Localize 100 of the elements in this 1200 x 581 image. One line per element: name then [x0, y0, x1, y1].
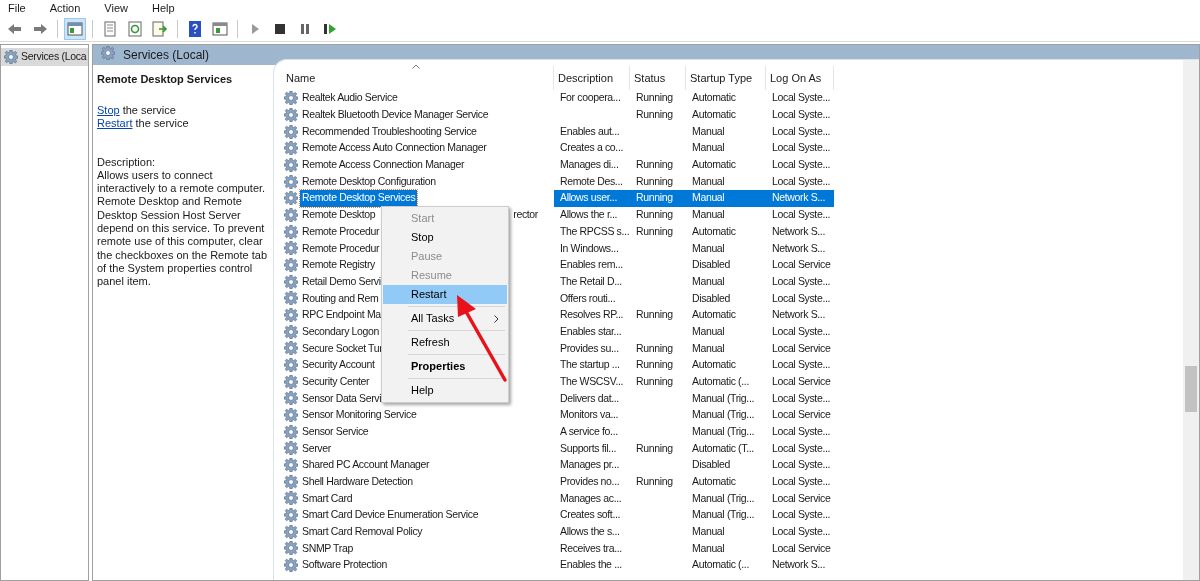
description-cell-text: Enables aut... — [560, 123, 620, 139]
service-name[interactable]: Shared PC Account Manager — [300, 456, 432, 474]
service-title: Remote Desktop Services — [97, 72, 234, 87]
log-on-as-cell-text: Local Service — [772, 490, 831, 506]
service-name[interactable]: Sensor Data Servi — [300, 390, 384, 407]
tree-pane-button[interactable] — [64, 17, 86, 40]
startup-type-cell-text: Manual (Trig... — [692, 490, 755, 506]
service-name[interactable]: Smart Card Removal Policy — [300, 523, 425, 541]
description-cell-text: The WSCSV... — [560, 373, 624, 389]
log-on-as-cell: Local Syste... — [772, 357, 831, 373]
service-name[interactable]: Smart Card — [300, 490, 355, 507]
service-name[interactable]: Server — [300, 440, 333, 457]
description-cell-text: Creates a co... — [560, 140, 624, 156]
log-on-as-cell-text: Local Service — [772, 340, 831, 356]
menu-item[interactable]: Help — [383, 381, 507, 400]
status-cell-text: Running — [636, 340, 673, 356]
startup-type-cell: Automatic — [692, 307, 736, 323]
startup-type-cell-text: Manual — [692, 240, 725, 256]
status-cell-text: Running — [636, 373, 673, 389]
service-name[interactable]: Remote Procedur — [300, 223, 382, 241]
service-name[interactable]: Remote Access Connection Manager — [300, 156, 467, 174]
gear-icon — [284, 174, 298, 189]
menu-item[interactable]: Restart — [383, 285, 507, 304]
log-on-as-cell: Network S... — [772, 307, 825, 323]
scrollbar-thumb[interactable] — [1185, 366, 1197, 412]
service-name[interactable]: Smart Card Device Enumeration Service — [300, 506, 481, 524]
gear-icon — [284, 324, 298, 339]
service-name[interactable]: Realtek Bluetooth Device Manager Service — [300, 106, 491, 124]
description-cell-text: Provides no... — [560, 473, 620, 489]
menu-item[interactable]: File — [4, 0, 30, 17]
service-name[interactable]: Secure Socket Tur — [300, 340, 385, 357]
service-name[interactable]: Software Protection — [300, 556, 389, 574]
column-header[interactable]: Log On As — [766, 66, 834, 90]
column-header[interactable]: Startup Type — [686, 66, 766, 90]
status-cell: Running — [636, 357, 673, 373]
startup-type-cell-text: Automatic — [692, 90, 736, 106]
gear-icon — [284, 391, 298, 406]
description-cell-text: Allows the s... — [560, 523, 620, 539]
log-on-as-cell-text: Local Syste... — [772, 140, 831, 156]
console-icon — [212, 20, 228, 37]
service-name[interactable]: rector — [513, 207, 538, 223]
chevron-icon — [494, 314, 499, 323]
description-cell-text: In Windows... — [560, 240, 619, 256]
startup-type-cell: Disabled — [692, 457, 731, 473]
link[interactable]: Restart — [97, 116, 133, 130]
service-name[interactable]: Remote Desktop Services — [300, 190, 418, 207]
log-on-as-cell-text: Network S... — [772, 190, 825, 206]
service-name[interactable]: Sensor Service — [300, 423, 371, 441]
service-name[interactable]: Routing and Rem — [300, 290, 381, 307]
service-name[interactable]: Secondary Logon — [300, 323, 382, 341]
panel-title: Services (Local) — [123, 47, 210, 64]
tree-item[interactable]: Services (Loca — [1, 48, 88, 66]
menu-item[interactable]: Properties — [383, 357, 507, 376]
menu-item[interactable]: Action — [45, 0, 85, 17]
refresh-icon — [127, 20, 143, 37]
status-cell: Running — [636, 157, 673, 173]
menu-item[interactable]: Stop — [383, 228, 507, 247]
scrollbar[interactable] — [1183, 60, 1199, 580]
service-name[interactable]: Realtek Audio Service — [300, 90, 400, 107]
service-name[interactable]: Remote Registry — [300, 256, 377, 274]
service-name[interactable]: Sensor Monitoring Service — [300, 406, 419, 424]
column-header[interactable]: Description — [554, 66, 630, 90]
link[interactable]: Stop — [97, 103, 120, 117]
startup-type-cell: Manual — [692, 207, 725, 223]
description-cell-text: The RPCSS s... — [560, 223, 630, 239]
menu-item[interactable]: View — [100, 0, 132, 17]
menu-item[interactable]: All Tasks — [383, 309, 507, 328]
gear-icon — [284, 541, 298, 556]
service-name[interactable]: Remote Desktop Configuration — [300, 173, 438, 191]
service-name[interactable]: Remote Desktop — [300, 206, 378, 224]
service-name[interactable]: RPC Endpoint Ma — [300, 306, 383, 324]
gear-icon — [284, 241, 298, 256]
service-name[interactable]: Retail Demo Servi — [300, 273, 383, 291]
service-name[interactable]: SNMP Trap — [300, 540, 355, 557]
gear-icon — [284, 558, 298, 573]
column-header[interactable]: Name — [282, 66, 554, 90]
gear-icon — [284, 441, 298, 456]
gear-icon — [284, 291, 298, 306]
menu-item[interactable]: Help — [147, 0, 179, 17]
startup-type-cell-text: Disabled — [692, 290, 731, 306]
action-text: the service — [122, 103, 176, 117]
status-cell-text: Running — [636, 190, 673, 206]
service-name[interactable]: Remote Access Auto Connection Manager — [300, 140, 489, 157]
service-name[interactable]: Security Account — [300, 356, 377, 374]
log-on-as-cell: Local Syste... — [772, 157, 831, 173]
service-name[interactable]: Recommended Troubleshooting Service — [300, 123, 479, 140]
description-cell-text: Allows user... — [560, 190, 617, 206]
startup-type-cell-text: Manual — [692, 173, 725, 189]
menu-item[interactable]: Refresh — [383, 333, 507, 352]
column-header[interactable]: Status — [630, 66, 686, 90]
service-name[interactable]: Shell Hardware Detection — [300, 473, 415, 491]
gear-icon — [284, 208, 298, 223]
description-cell-text: A service fo... — [560, 423, 618, 439]
startup-type-cell-text: Manual (Trig... — [692, 423, 755, 439]
service-name[interactable]: Security Center — [300, 373, 372, 391]
gear-icon — [284, 408, 298, 423]
action-text: the service — [135, 116, 189, 130]
status-cell: Running — [636, 207, 673, 223]
service-name[interactable]: Remote Procedur — [300, 240, 382, 257]
log-on-as-cell-text: Network S... — [772, 240, 825, 256]
